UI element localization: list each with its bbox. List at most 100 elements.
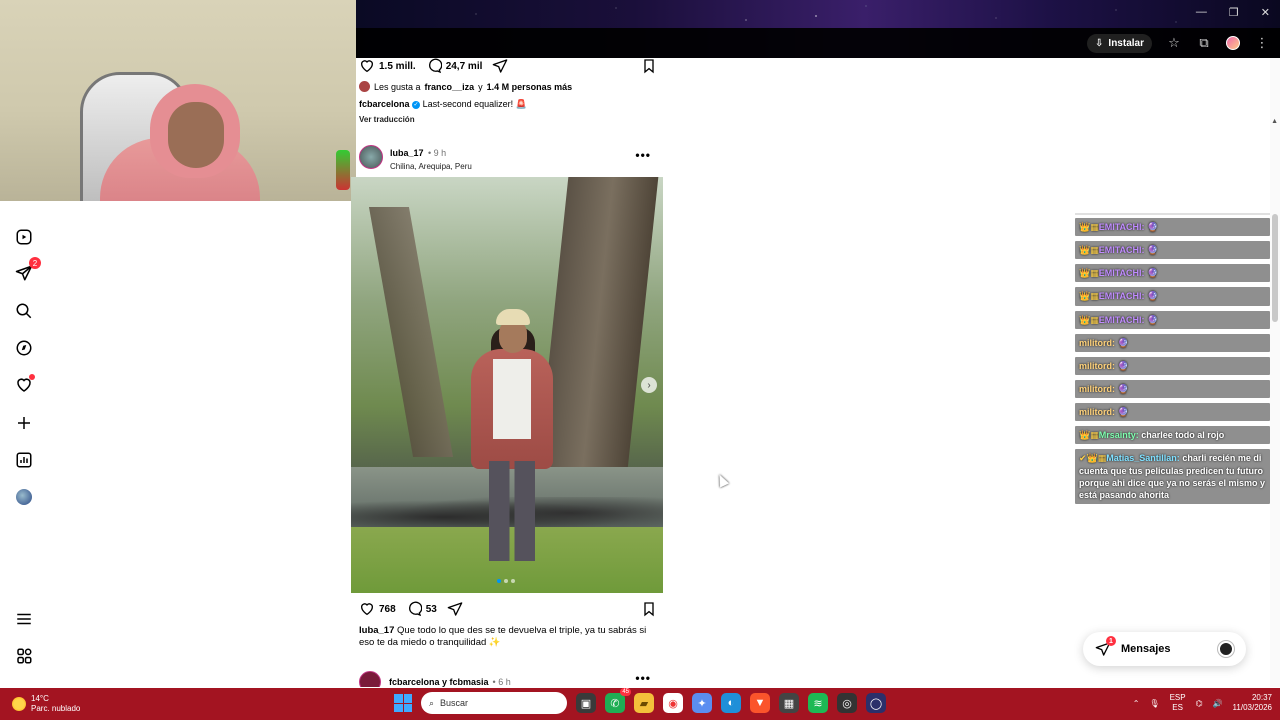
nav-dashboard[interactable]	[14, 450, 34, 470]
chat-badge-icon: 👑▦	[1079, 430, 1099, 441]
chat-username: EMITACHI:	[1098, 268, 1145, 279]
liked-by-others[interactable]: 1.4 M personas más	[487, 82, 573, 92]
chat-username: EMITACHI:	[1098, 222, 1145, 232]
liked-by-user[interactable]: franco__iza	[425, 82, 475, 92]
bookmark-star-icon[interactable]: ☆	[1166, 35, 1182, 51]
chat-badge-icon: 👑▦	[1079, 268, 1099, 279]
prev-post-caption: fcbarcelona ✓ Last-second equalizer! 🚨	[359, 99, 527, 110]
windows-start-icon[interactable]	[394, 694, 412, 712]
chat-divider	[1075, 213, 1270, 215]
comment-button[interactable]: 24,7 mil	[426, 58, 482, 74]
nav-create[interactable]	[14, 413, 34, 433]
chat-text: 🔮	[1147, 245, 1159, 256]
nav-also-from-meta[interactable]	[14, 646, 34, 666]
page-scrollbar[interactable]: ▲	[1270, 58, 1280, 687]
app-icon[interactable]: ◯	[866, 693, 886, 713]
minimize-button[interactable]: —	[1196, 6, 1207, 19]
weather-sun-icon	[12, 696, 26, 711]
more-options-button[interactable]: •••	[635, 671, 651, 685]
language-bottom: ES	[1172, 703, 1183, 713]
maximize-button[interactable]: ❐	[1229, 6, 1239, 19]
obs-icon[interactable]: ◎	[837, 693, 857, 713]
message-contact-avatar	[1218, 641, 1234, 657]
like-button[interactable]: 1.5 mill.	[359, 58, 416, 74]
nav-profile[interactable]	[14, 487, 34, 507]
caption-username[interactable]: luba_17	[359, 625, 394, 636]
chrome-icon[interactable]: ◉	[663, 693, 683, 713]
nav-messages[interactable]: 2	[14, 257, 41, 283]
install-app-button[interactable]: ⇩ Instalar	[1087, 33, 1152, 53]
chat-message: militord: 🔮	[1075, 403, 1270, 422]
microphone-icon[interactable]: 🎙	[1149, 699, 1159, 708]
nav-more[interactable]	[14, 609, 34, 629]
nav-reels[interactable]	[14, 227, 34, 247]
comment-count: 53	[425, 603, 437, 615]
store-icon[interactable]: ▦	[779, 693, 799, 713]
post-actions: 768 53	[359, 601, 657, 617]
screen: — ❐ ✕ ⇩ Instalar ☆ ⧉ ⋮ 2 1.5 mill. 24,7 …	[0, 0, 1280, 720]
share-button[interactable]	[447, 601, 463, 617]
webcam-overlay	[0, 0, 356, 201]
comment-button[interactable]: 53	[406, 601, 437, 617]
rgb-lamp	[336, 150, 350, 190]
next-post-avatar[interactable]	[359, 671, 381, 687]
volume-icon[interactable]: 🔊	[1213, 699, 1223, 708]
post-photo[interactable]: ›	[351, 177, 663, 593]
task-view-icon[interactable]: ▣	[576, 693, 596, 713]
post-username[interactable]: luba_17	[390, 148, 424, 158]
next-post-users[interactable]: fcbarcelona y fcbmasia	[389, 677, 489, 687]
close-window-button[interactable]: ✕	[1261, 6, 1270, 19]
chevron-up-icon[interactable]: ⌃	[1133, 699, 1140, 708]
stream-chat-overlay: 👑▦EMITACHI: 🔮 👑▦EMITACHI: 🔮 👑▦EMITACHI: 🔮 👑…	[1075, 213, 1270, 509]
save-button[interactable]	[641, 58, 657, 74]
like-count: 768	[379, 603, 396, 615]
next-photo-icon[interactable]: ›	[641, 377, 657, 393]
chart-icon	[16, 452, 32, 468]
brave-icon[interactable]: ▼	[750, 693, 770, 713]
file-explorer-icon[interactable]: ▰	[634, 693, 654, 713]
chat-username: militord:	[1079, 360, 1115, 371]
network-icon[interactable]: ⌬	[1196, 699, 1203, 708]
messages-button[interactable]: 1 Mensajes	[1083, 632, 1246, 666]
browser-toolbar: ⇩ Instalar ☆ ⧉ ⋮	[356, 28, 1280, 58]
search-icon: ⌕	[429, 697, 435, 708]
window-controls: — ❐ ✕	[1196, 6, 1270, 19]
like-button[interactable]: 768	[359, 601, 396, 617]
nav-search[interactable]	[14, 301, 34, 321]
nav-notifications[interactable]	[14, 374, 35, 395]
post-location[interactable]: Chilina, Arequipa, Peru	[390, 162, 472, 171]
chat-text: 🔮	[1147, 222, 1159, 232]
chat-text: 🔮	[1147, 291, 1159, 302]
post-avatar[interactable]	[359, 145, 383, 169]
caption-username[interactable]: fcbarcelona	[359, 99, 410, 109]
see-translation-link[interactable]: Ver traducción	[359, 115, 415, 124]
post-meta: luba_17 • 9 h Chilina, Arequipa, Peru	[390, 143, 472, 171]
scrollbar-thumb[interactable]	[1272, 214, 1278, 322]
share-button[interactable]	[492, 58, 508, 74]
browser-profile-avatar[interactable]	[1226, 36, 1240, 50]
whatsapp-icon[interactable]: ✆ 45	[605, 688, 631, 713]
carousel-dot	[504, 579, 508, 583]
messages-label: Mensajes	[1121, 643, 1171, 655]
copilot-icon[interactable]: ✦	[692, 693, 712, 713]
save-button[interactable]	[641, 601, 657, 617]
extensions-icon[interactable]: ⧉	[1196, 35, 1212, 51]
chat-username: Matias_Santillan:	[1106, 453, 1180, 464]
spotify-icon[interactable]: ≋	[808, 693, 828, 713]
install-icon: ⇩	[1095, 37, 1104, 49]
search-icon	[16, 303, 32, 319]
more-options-button[interactable]: •••	[635, 148, 651, 162]
browser-menu-icon[interactable]: ⋮	[1254, 35, 1270, 51]
chat-badge-icon: 👑▦	[1079, 222, 1099, 232]
feed: 1.5 mill. 24,7 mil Les gusta a franco__i…	[351, 58, 671, 687]
nav-explore[interactable]	[14, 338, 34, 358]
scroll-up-arrow-icon[interactable]: ▲	[1271, 118, 1278, 125]
verified-icon: ✓	[412, 100, 421, 109]
chat-text: 🔮	[1117, 360, 1129, 371]
clock[interactable]: 20:37 11/03/2026	[1233, 693, 1272, 714]
weather-desc: Parc. nublado	[31, 703, 81, 713]
language-indicator[interactable]: ESP ES	[1170, 693, 1186, 714]
taskbar-search[interactable]: ⌕ Buscar	[421, 692, 567, 714]
weather-widget[interactable]: 14°C Parc. nublado	[12, 694, 80, 713]
edge-icon[interactable]: ◐	[721, 693, 741, 713]
